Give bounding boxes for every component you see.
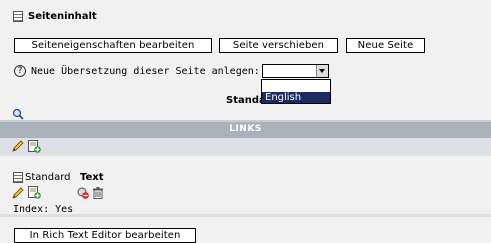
content-type-name: Text xyxy=(80,172,104,183)
links-toolbar-band xyxy=(0,138,491,156)
edit-pencil-icon[interactable] xyxy=(12,140,24,152)
dropdown-arrow-button[interactable] xyxy=(316,65,328,77)
chevron-down-icon xyxy=(319,69,325,73)
move-page-button[interactable]: Seite verschieben xyxy=(219,38,338,53)
new-page-button[interactable]: Neue Seite xyxy=(346,38,425,53)
help-icon[interactable]: ? xyxy=(14,65,26,77)
translation-dropdown-list: English xyxy=(261,79,331,104)
page-content-icon xyxy=(13,11,23,22)
content-type-prefix: Standard xyxy=(25,172,71,183)
delete-trash-icon[interactable] xyxy=(92,187,104,199)
page-title: Seiteninhalt xyxy=(28,11,97,22)
translation-label: Neue Übersetzung dieser Seite anlegen: xyxy=(31,66,260,77)
search-icon[interactable] xyxy=(12,108,24,120)
rich-text-editor-button[interactable]: In Rich Text Editor bearbeiten xyxy=(14,228,196,243)
content-bottom-band xyxy=(0,214,491,217)
edit-element-pencil-icon[interactable] xyxy=(12,187,24,199)
translation-select[interactable] xyxy=(262,64,329,78)
links-bar: LINKS xyxy=(0,122,491,138)
text-element-icon xyxy=(13,172,23,183)
links-bar-label: LINKS xyxy=(229,124,262,134)
new-content-icon[interactable] xyxy=(28,140,41,153)
hide-element-icon[interactable] xyxy=(77,187,89,199)
dropdown-option-english[interactable]: English xyxy=(262,92,330,103)
edit-page-properties-button[interactable]: Seiteneigenschaften bearbeiten xyxy=(14,38,212,53)
new-element-after-icon[interactable] xyxy=(28,186,41,199)
